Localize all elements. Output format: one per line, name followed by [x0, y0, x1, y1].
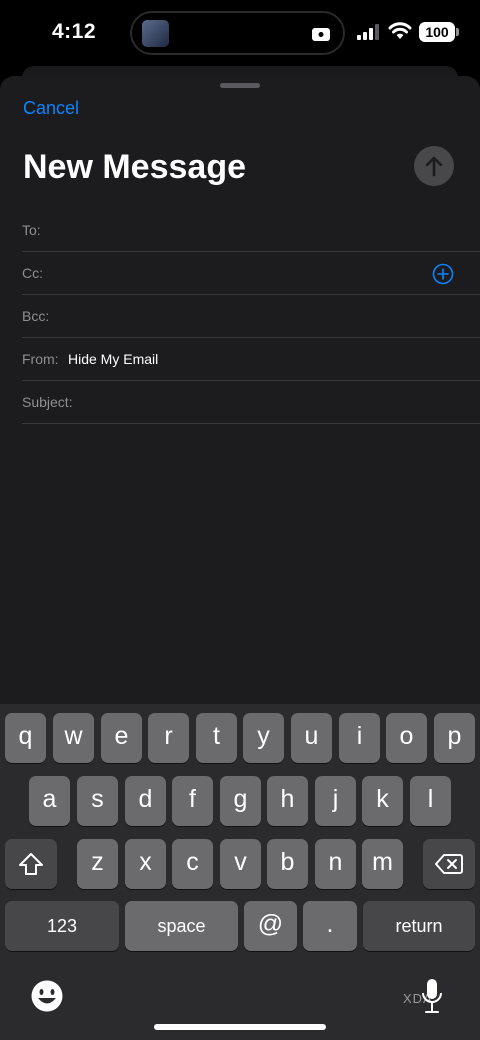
- from-field[interactable]: From: Hide My Email: [22, 339, 480, 381]
- key-q[interactable]: q: [5, 713, 46, 763]
- cancel-button[interactable]: Cancel: [23, 98, 79, 119]
- add-contact-icon[interactable]: [432, 263, 454, 285]
- key-f[interactable]: f: [172, 776, 213, 826]
- shift-icon: [19, 853, 43, 875]
- cellular-signal-icon: [357, 24, 379, 40]
- key-a[interactable]: a: [29, 776, 70, 826]
- wifi-icon: [388, 22, 412, 39]
- key-k[interactable]: k: [362, 776, 403, 826]
- key-b[interactable]: b: [267, 839, 308, 889]
- key-h[interactable]: h: [267, 776, 308, 826]
- battery-indicator: 100: [419, 22, 459, 42]
- key-j[interactable]: j: [315, 776, 356, 826]
- apple-tv-icon: [312, 28, 330, 41]
- period-key[interactable]: .: [303, 901, 357, 951]
- key-p[interactable]: p: [434, 713, 475, 763]
- sheet-grabber[interactable]: [220, 83, 260, 88]
- status-bar: 4:12 100: [0, 0, 480, 70]
- to-label: To:: [22, 222, 41, 238]
- keyboard: q w e r t y u i o p a s d f g h j k l z …: [0, 704, 480, 1040]
- at-key[interactable]: @: [244, 901, 297, 951]
- home-indicator[interactable]: [154, 1024, 326, 1030]
- key-o[interactable]: o: [386, 713, 427, 763]
- to-field[interactable]: To:: [22, 210, 480, 252]
- emoji-icon[interactable]: [30, 979, 64, 1013]
- key-n[interactable]: n: [315, 839, 356, 889]
- page-title: New Message: [23, 148, 246, 186]
- bcc-label: Bcc:: [22, 308, 50, 324]
- key-w[interactable]: w: [53, 713, 94, 763]
- subject-field[interactable]: Subject:: [22, 382, 480, 424]
- key-c[interactable]: c: [172, 839, 213, 889]
- bcc-field[interactable]: Bcc:: [22, 296, 480, 338]
- key-d[interactable]: d: [125, 776, 166, 826]
- key-u[interactable]: u: [291, 713, 332, 763]
- shift-key[interactable]: [5, 839, 57, 889]
- space-key[interactable]: space: [125, 901, 238, 951]
- return-key[interactable]: return: [363, 901, 475, 951]
- from-value: Hide My Email: [68, 351, 159, 367]
- dynamic-island[interactable]: [130, 11, 345, 55]
- key-i[interactable]: i: [339, 713, 380, 763]
- key-l[interactable]: l: [410, 776, 451, 826]
- key-t[interactable]: t: [196, 713, 237, 763]
- key-x[interactable]: x: [125, 839, 166, 889]
- send-button[interactable]: [414, 146, 454, 186]
- subject-label: Subject:: [22, 394, 73, 410]
- status-time: 4:12: [52, 20, 97, 43]
- key-v[interactable]: v: [220, 839, 261, 889]
- cc-field[interactable]: Cc:: [22, 253, 480, 295]
- key-s[interactable]: s: [77, 776, 118, 826]
- arrow-up-icon: [425, 156, 443, 177]
- numbers-key[interactable]: 123: [5, 901, 119, 951]
- key-g[interactable]: g: [220, 776, 261, 826]
- now-playing-thumbnail: [142, 20, 169, 47]
- delete-key[interactable]: [423, 839, 475, 889]
- from-label: From:: [22, 351, 59, 367]
- cc-label: Cc:: [22, 265, 43, 281]
- delete-icon: [435, 854, 463, 874]
- key-y[interactable]: y: [243, 713, 284, 763]
- microphone-icon[interactable]: [421, 978, 443, 1014]
- key-r[interactable]: r: [148, 713, 189, 763]
- key-m[interactable]: m: [362, 839, 403, 889]
- key-z[interactable]: z: [77, 839, 118, 889]
- key-e[interactable]: e: [101, 713, 142, 763]
